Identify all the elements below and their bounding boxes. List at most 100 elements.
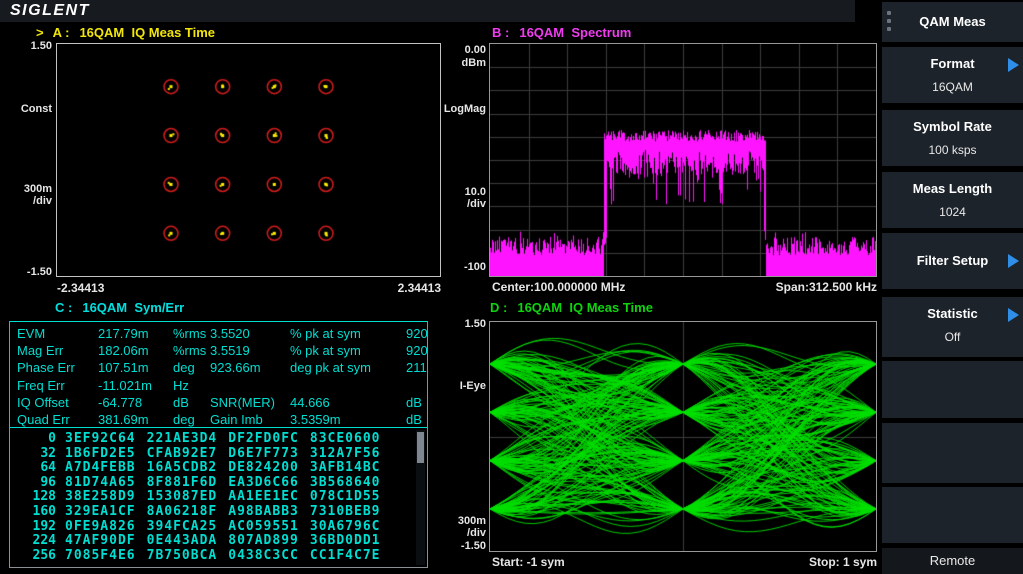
eye-diagram-plot[interactable] [489,321,877,552]
hex-offset: 32 [40,445,56,461]
hex-row: 32 1B6FD2E5 CFAB92E7 D6E7F773 312A7F56 [16,445,410,462]
sidebar-item-format[interactable]: Format 16QAM [882,47,1023,103]
metric-cell: 920 [406,326,428,341]
hex-group: A98BABB3 [228,503,299,519]
metric-cell: 107.51m [98,360,149,376]
b-center-freq-label: Center:100.000000 MHz [492,280,626,294]
hex-scrollbar[interactable] [416,430,425,565]
sidebar-item-label: Meas Length [912,181,993,196]
metric-cell: Hz [173,377,189,393]
hex-group: DF2FD0FC [228,431,299,446]
window-b-title: 16QAM Spectrum [519,25,632,40]
hex-group: 1B6FD2E5 [65,445,136,461]
metric-cell: 381.69m [98,411,149,427]
hex-row: 224 47AF90DF 0E443ADA 807AD899 36BD0DD1 [16,534,410,549]
metric-cell: EVM [17,326,46,341]
hex-group: 3AFB14BC [309,460,381,476]
remote-bar[interactable]: Remote [882,548,1023,574]
window-a-label: A : [52,25,70,40]
a-scale-unit: /div [33,195,52,207]
a-x-min-label: -2.34413 [57,281,105,295]
hex-group: 30A6796C [309,518,381,534]
hex-group: AA1EE1EC [228,489,299,505]
constellation-plot[interactable] [56,43,441,277]
metric-cell: 3.5519 [210,343,250,359]
a-y-min-label: -1.50 [26,266,52,278]
hex-row: 0 3EF92C64 221AE3D4 DF2FD0FC 83CE0600 [16,431,410,447]
metric-cell: dB [173,394,189,410]
screen: SIGLENT > A : 16QAM IQ Meas Time 1.50 Cons… [0,0,1023,574]
hex-group: 078C1D55 [309,489,381,505]
hex-offset: 0 [48,431,56,446]
metric-cell: 920 [406,343,428,359]
window-d-header: D : 16QAM IQ Meas Time [490,300,653,315]
active-window-marker-icon: > [36,25,44,40]
hex-offset: 160 [32,503,56,519]
metric-cell: 3.5359m [290,411,341,427]
b-ref-unit: dBm [461,57,486,69]
sidebar-item-statistic[interactable]: Statistic Off [882,297,1023,357]
metric-cell: Quad Err [17,411,70,427]
b-trace-label: LogMag [443,103,486,115]
metric-cell: deg pk at sym [290,360,371,376]
metric-cell: 3.5520 [210,326,250,341]
hex-row: 256 7085F4E6 7B750BCA 0438C3CC CC1F4C7E [16,547,410,564]
sidebar-item-label: Filter Setup [916,253,989,268]
sidebar-item-value: 1024 [939,205,966,219]
hex-scrollbar-thumb[interactable] [417,432,424,463]
sidebar-item-empty-7 [882,487,1023,543]
a-trace-label: Const [20,103,52,115]
metric-cell: % pk at sym [290,343,361,359]
metric-cell: -64.778 [98,394,143,410]
metric-cell: -11.021m [98,377,152,393]
metric-cell [290,377,406,394]
sidebar-header[interactable]: QAM Meas [882,2,1023,42]
metric-row: Freq Err -11.021m Hz [17,377,423,394]
hex-group: DE824200 [228,460,299,476]
window-c-header: C : 16QAM Sym/Err [55,300,184,315]
hex-group: 36BD0DD1 [309,533,381,549]
hex-group: 38E258D9 [65,489,136,505]
d-y-max-label: 1.50 [464,318,486,330]
hex-group: 3B568640 [309,474,381,490]
b-y-min-label: -100 [463,261,486,273]
hex-group: 8A06218F [146,503,218,519]
metric-cell: %rms [173,343,207,359]
window-d-title: 16QAM IQ Meas Time [517,300,653,315]
sidebar-item-filter-setup[interactable]: Filter Setup [882,233,1023,289]
sidebar-item-label: Statistic [927,306,978,321]
hex-group: 16A5CDB2 [146,460,218,476]
submenu-arrow-icon [1008,254,1019,268]
hex-row: 64 A7D4FEBB 16A5CDB2 DE824200 3AFB14BC [16,461,410,476]
window-b-label: B : [492,25,510,40]
hex-dump: 0 3EF92C64 221AE3D4 DF2FD0FC 83CE0600 32 1B6FD… [16,431,410,564]
hex-offset: 64 [40,460,56,476]
remote-label: Remote [929,553,976,568]
hex-group: 312A7F56 [309,445,381,461]
submenu-arrow-icon [1008,308,1019,322]
sidebar-item-empty-5 [882,361,1023,418]
sidebar-item-meas-length[interactable]: Meas Length 1024 [882,172,1023,228]
hex-group: 7085F4E6 [65,547,136,563]
metric-cell: %rms [173,326,207,341]
symerr-panel[interactable]: EVM 217.79m %rms 3.5520% pk at sym 920 Mag Er… [9,321,428,568]
window-b-header: B : 16QAM Spectrum [492,25,631,40]
metric-row: Quad Err 381.69m deg Gain Imb 3.5359m dB [17,411,423,428]
hex-group: 221AE3D4 [146,431,218,446]
a-y-max-label: 1.50 [30,40,52,52]
a-scale-label: 300m [23,183,52,195]
spectrum-plot[interactable] [489,43,877,277]
symerr-metrics: EVM 217.79m %rms 3.5520% pk at sym 920 Mag Er… [17,325,428,428]
metric-cell [210,377,290,394]
metric-cell: SNR(MER) [210,394,275,410]
metric-cell: deg [173,411,195,427]
b-scale-unit: /div [467,198,486,210]
hex-offset: 224 [32,533,56,549]
spectrum-canvas [490,44,876,276]
sidebar-item-symbol-rate[interactable]: Symbol Rate 100 ksps [882,110,1023,166]
d-stop-label: Stop: 1 sym [808,555,877,569]
metric-row: Mag Err 182.06m %rms 3.5519 % pk at sym 920 [17,342,428,359]
d-y-min-label: -1.50 [460,540,486,552]
constellation-canvas [57,44,440,276]
hex-group: 8F881F6D [146,474,218,490]
